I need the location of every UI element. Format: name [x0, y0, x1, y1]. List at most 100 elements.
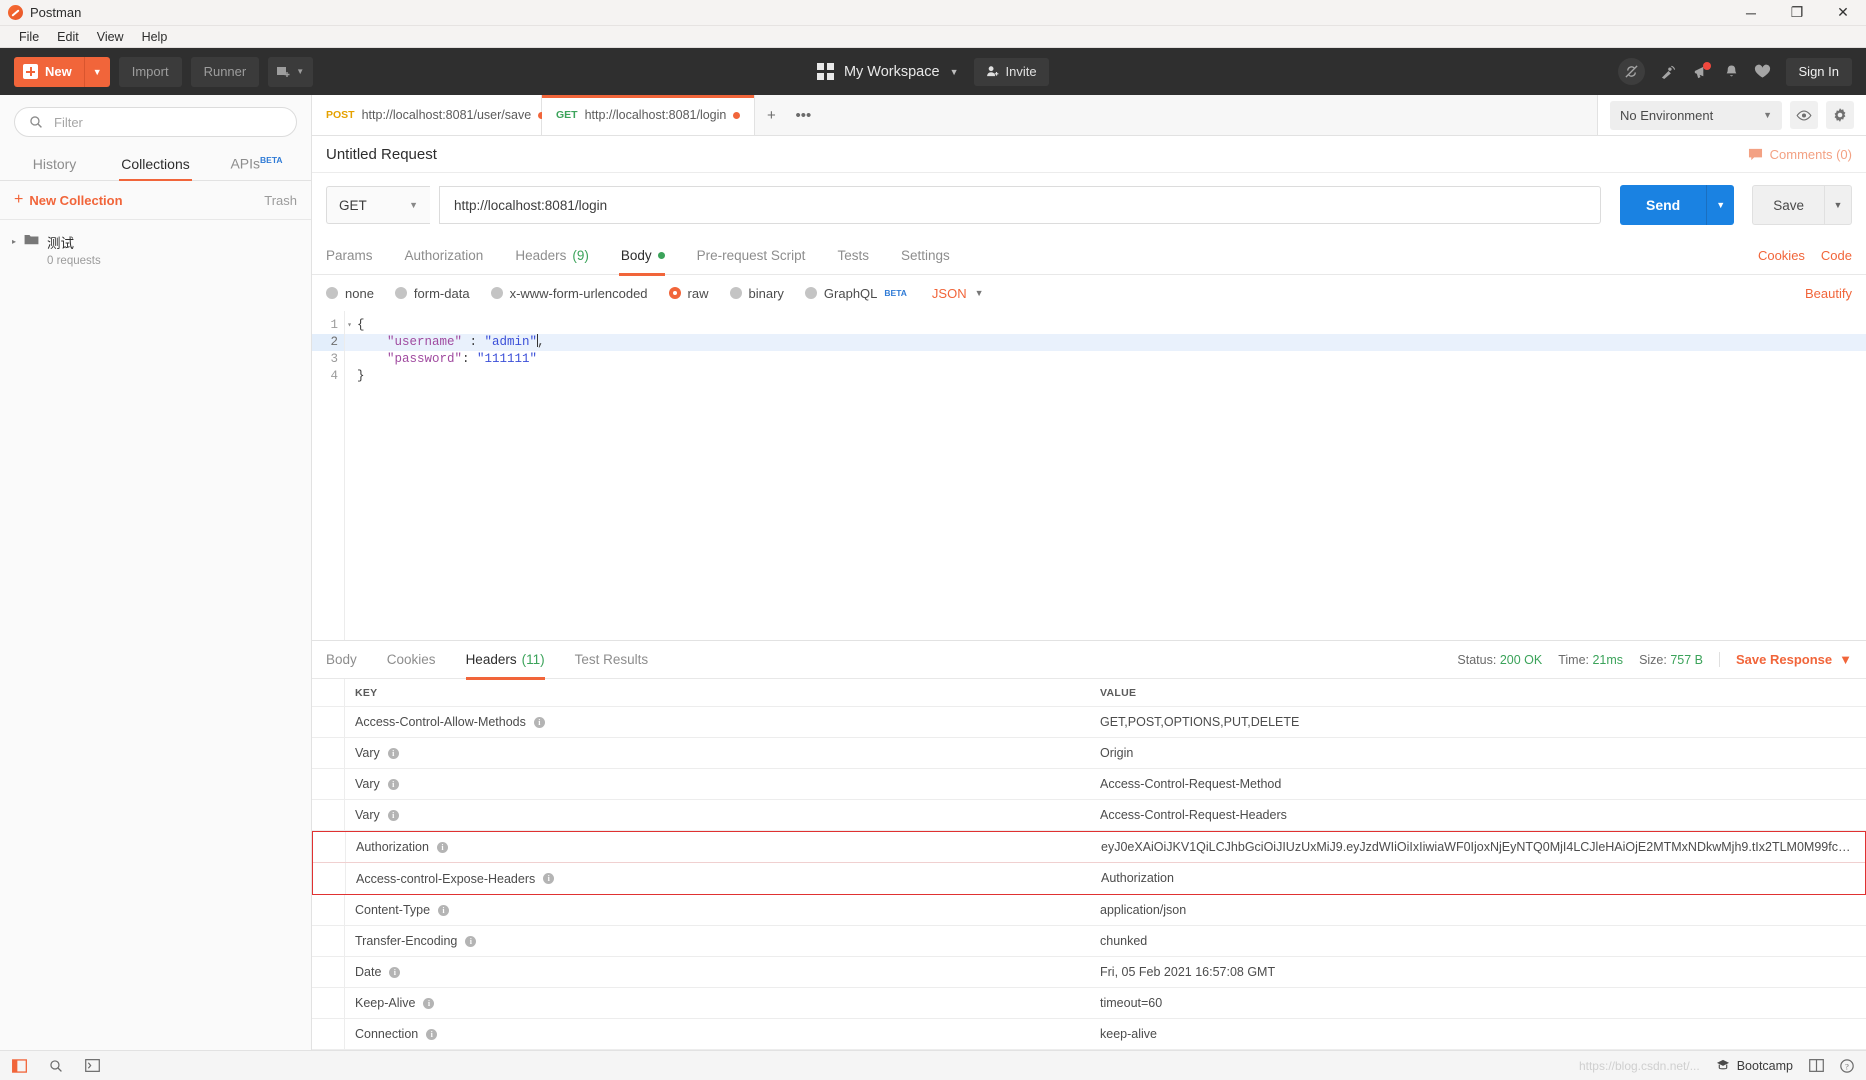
maximize-button[interactable]: ❐ [1774, 0, 1820, 26]
bell-icon[interactable] [1724, 64, 1739, 80]
request-tab-get-login[interactable]: GET http://localhost:8081/login [542, 95, 756, 135]
new-window-caret-icon: ▼ [296, 67, 305, 76]
send-button[interactable]: Send [1619, 185, 1707, 225]
sidebar-tab-history[interactable]: History [4, 156, 105, 180]
table-row[interactable]: Date i Fri, 05 Feb 2021 16:57:08 GMT [312, 957, 1866, 988]
sign-in-button[interactable]: Sign In [1785, 57, 1852, 86]
runner-button[interactable]: Runner [190, 56, 260, 87]
layout-icon[interactable] [1809, 1059, 1824, 1072]
menu-help[interactable]: Help [133, 28, 177, 46]
info-icon[interactable]: i [389, 966, 401, 978]
minimize-button[interactable]: ─ [1728, 0, 1774, 26]
body-type-raw[interactable]: raw [668, 286, 709, 301]
body-editor[interactable]: 1 ▾ 2 3 4 { "username" : "admin", "passwo… [312, 311, 1866, 640]
body-type-form-data[interactable]: form-data [394, 286, 470, 301]
menu-view[interactable]: View [88, 28, 133, 46]
info-icon[interactable]: i [543, 873, 555, 884]
tab-headers[interactable]: Headers (9) [499, 237, 605, 275]
environment-settings-button[interactable] [1826, 101, 1854, 129]
body-type-graphql[interactable]: GraphQL BETA [804, 286, 907, 301]
save-options-caret-icon[interactable]: ▼ [1824, 185, 1852, 225]
info-icon[interactable]: i [465, 935, 477, 947]
bootcamp-button[interactable]: Bootcamp [1716, 1059, 1793, 1073]
table-row[interactable]: Access-control-Expose-Headers i Authoriza… [313, 863, 1865, 894]
page-title[interactable]: Untitled Request [326, 146, 437, 163]
save-button[interactable]: Save [1752, 185, 1824, 225]
sidebar-tabs: History Collections APIsBETA [0, 147, 311, 181]
help-icon[interactable]: ? [1840, 1058, 1854, 1073]
new-dropdown-caret-icon[interactable]: ▼ [83, 56, 110, 87]
response-tab-test-results[interactable]: Test Results [560, 641, 664, 679]
new-window-button[interactable]: ▼ [268, 56, 314, 87]
workspace-caret-icon[interactable]: ▼ [950, 67, 959, 77]
info-icon[interactable]: i [426, 1028, 438, 1040]
code-link[interactable]: Code [1821, 248, 1852, 263]
invite-button[interactable]: Invite [974, 57, 1049, 86]
request-tab-post-user-save[interactable]: POST http://localhost:8081/user/save [312, 95, 546, 135]
table-row[interactable]: Keep-Alive i timeout=60 [312, 988, 1866, 1019]
info-icon[interactable]: i [387, 778, 399, 790]
tab-pre-request-script[interactable]: Pre-request Script [681, 237, 822, 275]
tab-body[interactable]: Body [605, 237, 681, 276]
info-icon[interactable]: i [436, 841, 448, 853]
table-row[interactable]: Connection i keep-alive [312, 1019, 1866, 1050]
send-options-caret-icon[interactable]: ▼ [1706, 185, 1735, 225]
heart-icon[interactable] [1754, 64, 1771, 79]
table-row[interactable]: Access-Control-Allow-Methods i GET,POST,O… [312, 707, 1866, 738]
table-row[interactable]: Vary i Origin [312, 738, 1866, 769]
search-input[interactable] [52, 113, 282, 131]
body-type-binary[interactable]: binary [729, 286, 784, 301]
satellite-icon[interactable] [1660, 64, 1677, 80]
megaphone-icon[interactable] [1692, 61, 1711, 80]
url-input-wrapper[interactable] [439, 186, 1601, 224]
info-icon[interactable]: i [423, 997, 435, 1009]
info-icon[interactable]: i [438, 904, 450, 916]
new-tab-button[interactable]: + [755, 95, 787, 135]
no-sync-icon[interactable] [1617, 58, 1645, 85]
new-button[interactable]: New ▼ [14, 56, 110, 87]
body-type-urlencoded[interactable]: x-www-form-urlencoded [490, 286, 648, 301]
table-row[interactable]: Vary i Access-Control-Request-Headers [312, 800, 1866, 831]
import-button[interactable]: Import [118, 56, 182, 87]
tab-options-button[interactable]: ••• [787, 95, 819, 135]
chevron-right-icon[interactable]: ▸ [12, 237, 16, 246]
menu-file[interactable]: File [10, 28, 48, 46]
body-type-none[interactable]: none [326, 286, 374, 301]
comments-button[interactable]: Comments (0) [1748, 147, 1852, 162]
sidebar-toggle-icon[interactable] [12, 1058, 27, 1073]
search-icon[interactable] [49, 1059, 63, 1073]
list-item[interactable]: ▸ 测试 0 requests [0, 220, 311, 279]
beautify-button[interactable]: Beautify [1805, 286, 1852, 301]
close-button[interactable]: ✕ [1820, 0, 1866, 26]
body-format-select[interactable]: JSON ▼ [932, 286, 984, 301]
http-method-select[interactable]: GET ▼ [326, 186, 430, 224]
sidebar-tab-collections[interactable]: Collections [105, 156, 206, 181]
response-tab-headers[interactable]: Headers (11) [451, 641, 560, 680]
filter-box[interactable] [14, 107, 297, 137]
response-tab-cookies[interactable]: Cookies [372, 641, 451, 679]
new-collection-button[interactable]: + New Collection [14, 192, 123, 208]
workspace-label[interactable]: My Workspace [844, 64, 940, 80]
table-row[interactable]: Vary i Access-Control-Request-Method [312, 769, 1866, 800]
tab-tests[interactable]: Tests [821, 237, 885, 275]
menu-edit[interactable]: Edit [48, 28, 88, 46]
cookies-link[interactable]: Cookies [1758, 248, 1805, 263]
info-icon[interactable]: i [533, 716, 545, 728]
sidebar-tab-apis[interactable]: APIsBETA [206, 155, 307, 180]
table-row[interactable]: Transfer-Encoding i chunked [312, 926, 1866, 957]
trash-button[interactable]: Trash [264, 193, 297, 208]
info-icon[interactable]: i [387, 747, 399, 759]
url-input[interactable] [452, 196, 1588, 214]
tab-params[interactable]: Params [326, 237, 389, 275]
console-icon[interactable] [85, 1059, 100, 1072]
response-tab-body[interactable]: Body [326, 641, 372, 679]
info-icon[interactable]: i [387, 809, 399, 821]
editor-code[interactable]: { "username" : "admin", "password": "111… [345, 311, 1866, 640]
table-row[interactable]: Content-Type i application/json [312, 895, 1866, 926]
environment-quick-look-button[interactable] [1790, 101, 1818, 129]
save-response-button[interactable]: Save Response ▼ [1719, 652, 1852, 667]
table-row[interactable]: Authorization i eyJ0eXAiOiJKV1QiLCJhbGciO… [313, 832, 1865, 863]
tab-settings[interactable]: Settings [885, 237, 966, 275]
tab-authorization[interactable]: Authorization [389, 237, 500, 275]
environment-select[interactable]: No Environment ▼ [1610, 100, 1782, 130]
